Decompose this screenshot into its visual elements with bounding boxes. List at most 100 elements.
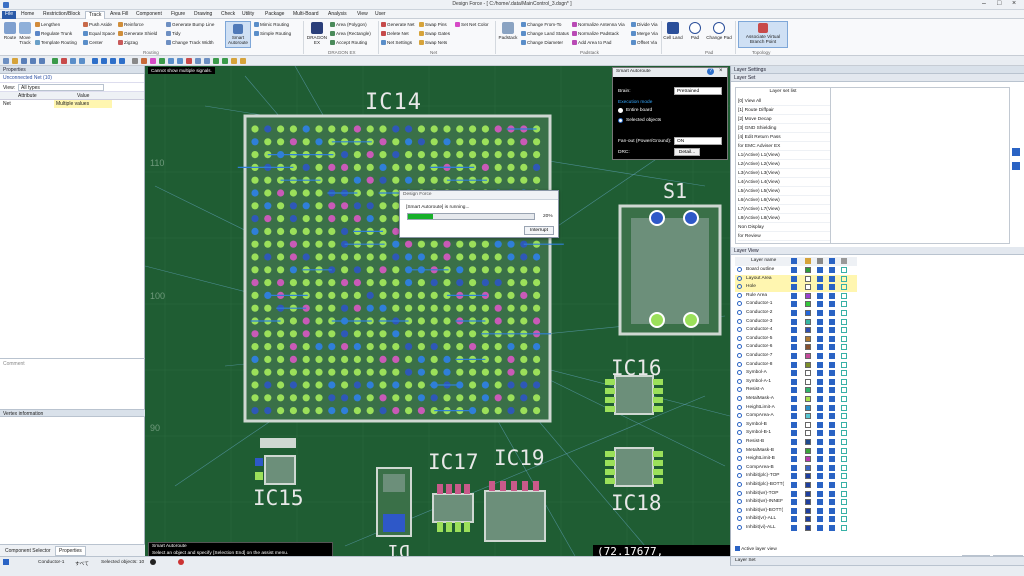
- layer-row[interactable]: Conductor-8: [735, 361, 857, 370]
- layer-color-swatch[interactable]: [805, 361, 811, 368]
- layer-row[interactable]: Layout Area: [735, 274, 857, 284]
- layer-radio[interactable]: [737, 370, 742, 376]
- pad-button[interactable]: Pad: [687, 22, 703, 40]
- filter-checkbox[interactable]: [841, 301, 847, 308]
- layer-radio[interactable]: [737, 284, 742, 290]
- filter-checkbox[interactable]: [841, 310, 847, 316]
- visibility-checkbox[interactable]: [791, 456, 797, 463]
- layer-row[interactable]: CompArea-B: [735, 464, 857, 473]
- filter-checkbox[interactable]: [841, 327, 847, 334]
- visibility-checkbox[interactable]: [791, 421, 797, 428]
- brain-select[interactable]: Pretrained: [674, 87, 722, 95]
- visibility-checkbox[interactable]: [791, 327, 797, 334]
- lock-checkbox[interactable]: [829, 490, 835, 497]
- layer-row[interactable]: Conductor-3: [735, 318, 857, 327]
- layer-color-swatch[interactable]: [805, 292, 811, 299]
- visibility-checkbox[interactable]: [791, 275, 797, 282]
- layer-color-swatch[interactable]: [805, 482, 811, 488]
- layer-color-swatch[interactable]: [805, 447, 811, 454]
- visibility-checkbox[interactable]: [791, 439, 797, 445]
- layer-radio[interactable]: [737, 456, 742, 462]
- layer-color-swatch[interactable]: [805, 525, 811, 531]
- layer-row[interactable]: Inhibit(wr)-BOTT(: [735, 507, 857, 516]
- layer-row[interactable]: Inhibit(vi)-ALL: [735, 524, 857, 533]
- layer-row[interactable]: Conductor-1: [735, 300, 857, 309]
- lock-checkbox[interactable]: [829, 275, 835, 282]
- visibility-checkbox[interactable]: [791, 353, 797, 359]
- divide-via-button[interactable]: Divide Via: [631, 22, 658, 27]
- selectable-checkbox[interactable]: [817, 421, 823, 428]
- layer-radio[interactable]: [737, 464, 742, 470]
- layer-radio[interactable]: [737, 430, 742, 436]
- visibility-checkbox[interactable]: [791, 301, 797, 308]
- area-rectangle-button[interactable]: Area (Rectangle): [330, 31, 371, 36]
- info-icon[interactable]: [204, 58, 210, 64]
- move-down-icon[interactable]: [1012, 162, 1020, 170]
- layer-color-swatch[interactable]: [805, 275, 811, 282]
- center-button[interactable]: Center: [83, 40, 103, 45]
- menu-analysis[interactable]: Analysis: [325, 11, 350, 19]
- visibility-checkbox[interactable]: [791, 473, 797, 480]
- visibility-checkbox[interactable]: [791, 490, 797, 497]
- filter-checkbox[interactable]: [841, 473, 847, 480]
- menu-area-fill[interactable]: Area Fill: [107, 11, 131, 19]
- add-area-to-pad-button[interactable]: Add Area to Pad: [572, 40, 611, 45]
- lock-checkbox[interactable]: [829, 447, 835, 454]
- lock-checkbox[interactable]: [829, 456, 835, 463]
- layer-color-swatch[interactable]: [805, 327, 811, 334]
- selectable-checkbox[interactable]: [817, 439, 823, 445]
- layer-radio[interactable]: [737, 490, 742, 496]
- visibility-checkbox[interactable]: [791, 370, 797, 377]
- save-icon[interactable]: [21, 58, 27, 64]
- layer-set-item[interactable]: L6(Active) L6(View): [738, 196, 830, 205]
- layer-radio[interactable]: [737, 447, 742, 453]
- layer-color-swatch[interactable]: [805, 318, 811, 325]
- menu-utility[interactable]: Utility: [239, 11, 257, 19]
- lock-checkbox[interactable]: [829, 404, 835, 411]
- swap-gates-button[interactable]: Swap Gates: [419, 31, 450, 36]
- status-layer[interactable]: Conductor-1: [38, 560, 64, 565]
- selectable-checkbox[interactable]: [817, 490, 823, 497]
- lock-checkbox[interactable]: [829, 344, 835, 351]
- selectable-checkbox[interactable]: [817, 335, 823, 342]
- selectable-checkbox[interactable]: [817, 275, 823, 282]
- lock-checkbox[interactable]: [829, 318, 835, 325]
- visibility-checkbox[interactable]: [791, 344, 797, 351]
- visibility-checkbox[interactable]: [791, 387, 797, 394]
- measure-icon[interactable]: [141, 58, 147, 64]
- lock-checkbox[interactable]: [829, 327, 835, 334]
- layer-radio[interactable]: [737, 318, 742, 324]
- zoom-out-icon[interactable]: [101, 58, 107, 64]
- layer-radio[interactable]: [737, 525, 742, 530]
- filter-checkbox[interactable]: [841, 516, 847, 523]
- visibility-checkbox[interactable]: [791, 464, 797, 471]
- fanout-select[interactable]: ON: [674, 137, 722, 145]
- layer-set-item[interactable]: L3(Active) L3(View): [738, 169, 830, 178]
- layer-row[interactable]: Inhibit(vr)-ALL: [735, 515, 857, 524]
- layer-row[interactable]: CompArea-A: [735, 412, 857, 421]
- visibility-checkbox[interactable]: [791, 318, 797, 325]
- visibility-checkbox[interactable]: [791, 507, 797, 514]
- selectable-checkbox[interactable]: [817, 344, 823, 351]
- layer-radio[interactable]: [737, 344, 742, 350]
- filter-checkbox[interactable]: [841, 507, 847, 514]
- generate-shield-button[interactable]: Generate Shield: [118, 31, 157, 36]
- lock-checkbox[interactable]: [829, 413, 835, 420]
- selectable-checkbox[interactable]: [817, 378, 823, 385]
- layer-radio[interactable]: [737, 413, 742, 419]
- filter-checkbox[interactable]: [841, 284, 847, 291]
- layer-set-item[interactable]: [3] GND Shielding: [738, 124, 830, 133]
- layer-set-item[interactable]: [2] Move Decap: [738, 115, 830, 124]
- menu-multi-board[interactable]: Multi-Board: [290, 11, 322, 19]
- lock-checkbox[interactable]: [829, 499, 835, 506]
- layer-row[interactable]: HeightLimit-B: [735, 455, 857, 464]
- visibility-checkbox[interactable]: [791, 447, 797, 454]
- menu-check[interactable]: Check: [218, 11, 238, 19]
- menu-restriction-block[interactable]: Restriction/Block: [40, 11, 83, 19]
- filter-checkbox[interactable]: [841, 456, 847, 463]
- menu-user[interactable]: User: [372, 11, 389, 19]
- move-up-icon[interactable]: [1012, 148, 1020, 156]
- record-icon[interactable]: [150, 559, 156, 565]
- lock-checkbox[interactable]: [829, 301, 835, 308]
- filter-checkbox[interactable]: [841, 267, 847, 273]
